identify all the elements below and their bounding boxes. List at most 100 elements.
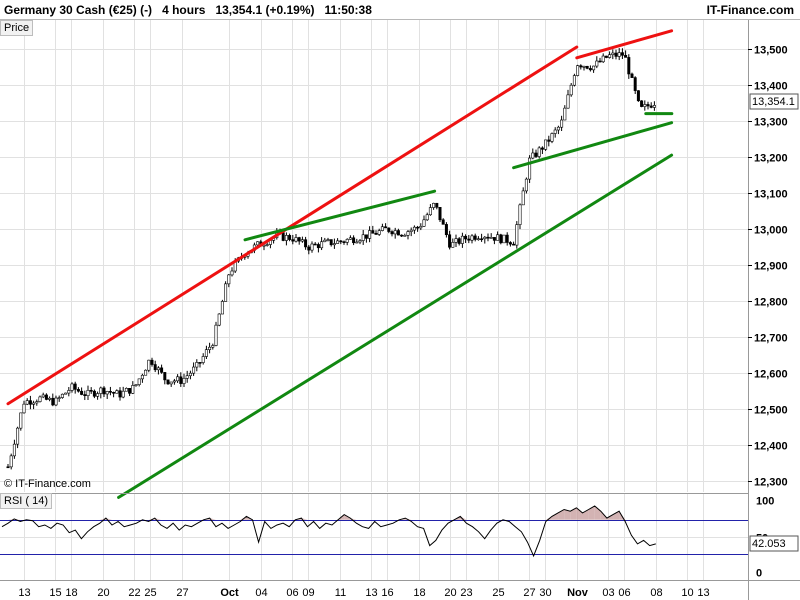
- candle-body: [336, 240, 340, 244]
- candle-body: [400, 234, 404, 237]
- candle-body: [44, 394, 48, 400]
- candle-body: [144, 369, 148, 376]
- candle-body: [51, 397, 55, 406]
- rsi-line: [1, 505, 656, 558]
- rsi-tick-label: 0: [756, 568, 762, 580]
- candle-body: [470, 235, 474, 241]
- candle-body: [473, 235, 477, 240]
- candle-body: [9, 455, 13, 468]
- rsi-series: [0, 505, 748, 558]
- candle-body: [160, 367, 164, 373]
- candle-body: [624, 55, 628, 58]
- candle-body: [288, 235, 292, 240]
- candle-body: [630, 73, 634, 78]
- candle-body: [422, 219, 426, 227]
- y-axis-labels: 12,300 12,400 12,500 12,600 12,700 12,800 12,9…: [748, 45, 788, 580]
- candle-body: [310, 243, 314, 251]
- candle-body: [387, 227, 391, 232]
- candle-body: [560, 119, 564, 128]
- candle-body: [464, 235, 468, 240]
- candle-body: [172, 380, 176, 383]
- candle-body: [230, 270, 234, 276]
- x-tick-label: 13: [18, 587, 30, 599]
- candle-body: [6, 466, 10, 469]
- candle-body: [572, 75, 576, 86]
- candle-body: [502, 234, 506, 244]
- candle-body: [208, 346, 212, 350]
- candle-body: [153, 364, 157, 371]
- candle-body: [70, 383, 74, 391]
- chart-canvas: 12,300 12,400 12,500 12,600 12,700 12,800 12,9…: [0, 20, 800, 600]
- candle-body: [412, 226, 416, 231]
- price-tick-label: 12,800: [754, 297, 788, 309]
- chart-window: Germany 30 Cash (€25) (-) 4 hours 13,354…: [0, 0, 800, 600]
- price-tick-label: 12,400: [754, 441, 788, 453]
- candle-body: [76, 389, 80, 392]
- candle-body: [150, 359, 154, 365]
- price-tick-label: 12,700: [754, 333, 788, 345]
- candle-body: [652, 105, 656, 108]
- candle-body: [505, 234, 509, 243]
- candle-body: [67, 390, 71, 394]
- trendline: [512, 121, 674, 170]
- x-tick-label: 03: [602, 587, 614, 599]
- candle-body: [140, 374, 144, 380]
- candle-body: [73, 383, 77, 390]
- candle-body: [102, 387, 106, 395]
- candle-body: [646, 104, 650, 107]
- rsi-panel-label: RSI ( 14): [0, 493, 53, 509]
- candle-body: [620, 52, 624, 56]
- x-tick-label: Nov: [567, 587, 589, 599]
- candle-body: [332, 243, 336, 246]
- candle-body: [48, 397, 52, 400]
- candle-body: [409, 229, 413, 232]
- candle-body: [22, 403, 26, 414]
- candle-body: [329, 239, 333, 246]
- candle-body: [304, 239, 308, 248]
- candle-body: [83, 394, 87, 396]
- price-tick-label: 13,400: [754, 81, 788, 93]
- candle-body: [60, 393, 64, 398]
- candle-body: [156, 367, 160, 371]
- x-tick-label: 25: [492, 587, 504, 599]
- candle-body: [416, 226, 420, 229]
- x-tick-label: 18: [413, 587, 425, 599]
- candle-body: [28, 400, 32, 405]
- candle-body: [364, 234, 368, 239]
- candle-body: [108, 391, 112, 393]
- x-tick-label: 06: [286, 587, 298, 599]
- candle-body: [96, 393, 100, 397]
- x-tick-label: 13: [365, 587, 377, 599]
- price-tick-label: 13,500: [754, 45, 788, 57]
- candle-body: [195, 362, 199, 368]
- candle-body: [396, 230, 400, 236]
- candle-body: [19, 412, 23, 429]
- x-tick-label: 15: [49, 587, 61, 599]
- x-tick-label: 13: [697, 587, 709, 599]
- candle-body: [380, 226, 384, 231]
- price-tick-label: 12,500: [754, 405, 788, 417]
- candle-body: [531, 152, 535, 159]
- candle-body: [300, 239, 304, 242]
- candle-body: [489, 237, 493, 239]
- candle-body: [92, 390, 96, 397]
- price-tick-label: 12,300: [754, 477, 788, 489]
- price-tick-label: 13,300: [754, 117, 788, 129]
- candle-body: [432, 202, 436, 208]
- candle-body: [608, 54, 612, 58]
- candle-body: [297, 237, 301, 242]
- last-price-tag: 13,354.1: [752, 96, 795, 108]
- x-tick-label: 10: [681, 587, 693, 599]
- candle-body: [348, 237, 352, 240]
- candle-body: [518, 204, 522, 225]
- candle-body: [166, 379, 170, 385]
- candle-body: [211, 345, 215, 348]
- candle-body: [192, 366, 196, 374]
- price-tick-label: 13,000: [754, 225, 788, 237]
- x-tick-label: 22: [128, 587, 140, 599]
- rsi-last-tag: 42.053: [752, 538, 786, 550]
- price-panel-label: Price: [0, 20, 34, 36]
- x-tick-label: 20: [444, 587, 456, 599]
- candle-body: [182, 378, 186, 384]
- candle-body: [217, 313, 221, 326]
